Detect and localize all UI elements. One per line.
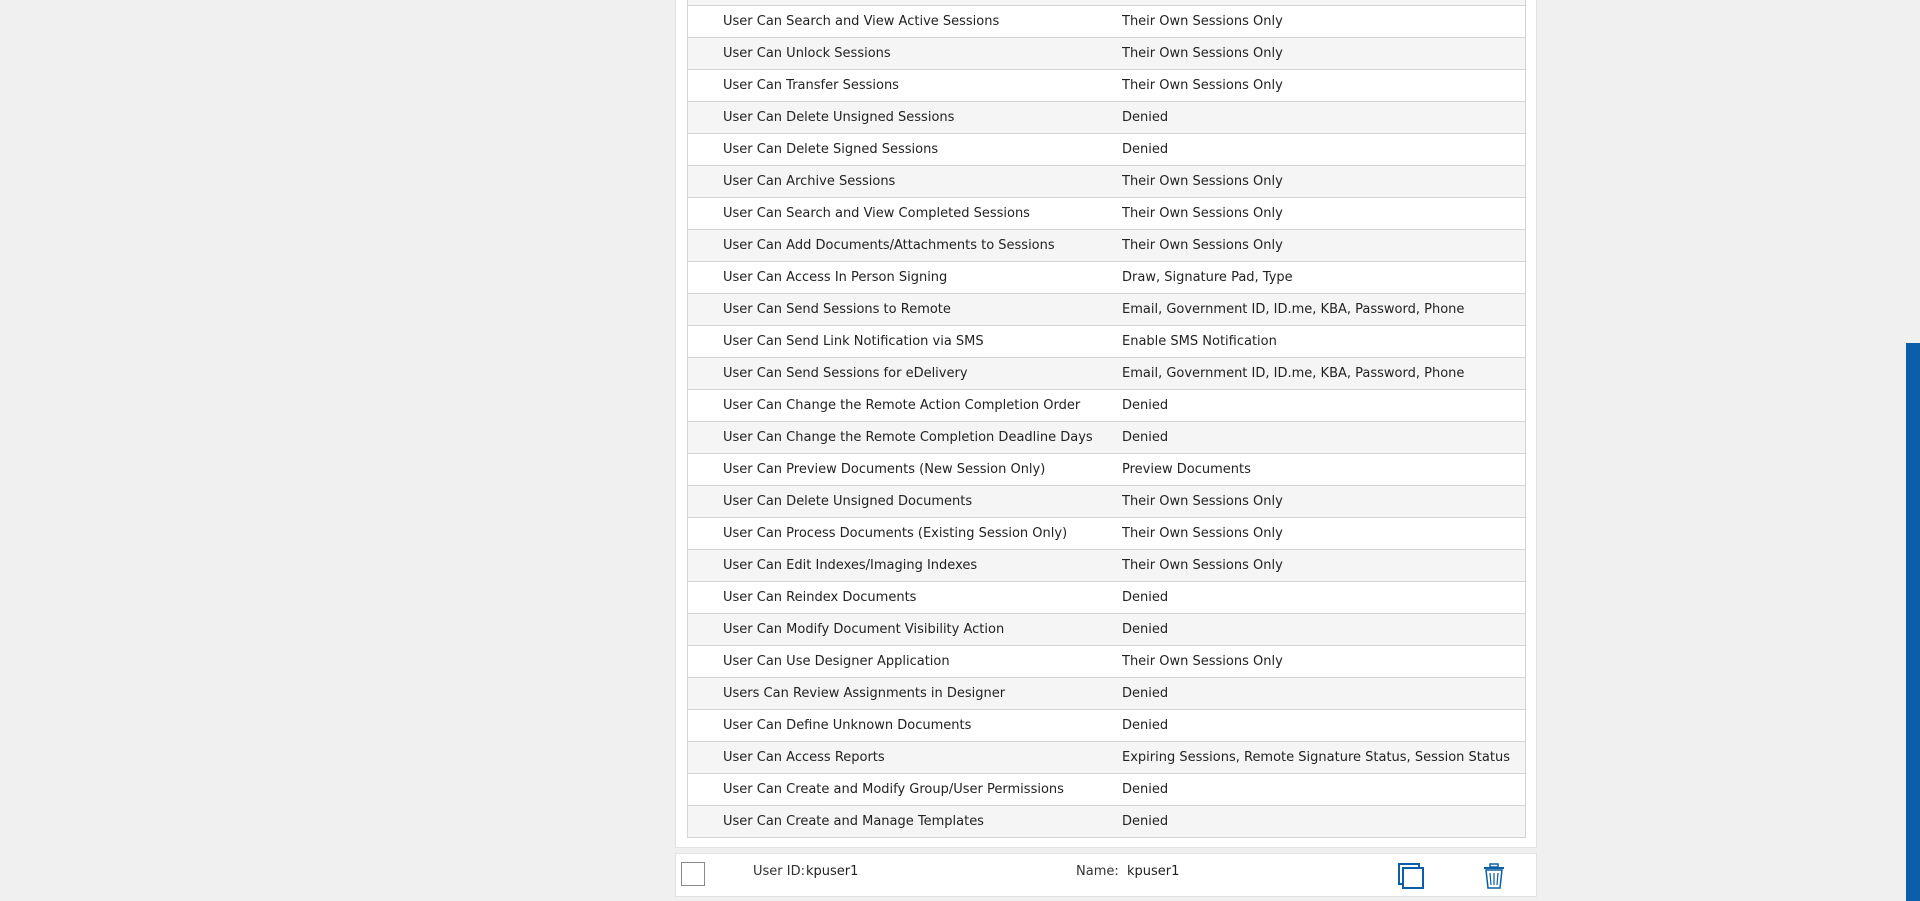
table-row[interactable]: User Can Search and View Completed Sessi… (688, 197, 1525, 229)
user-id-value: kpuser1 (806, 864, 859, 879)
permission-value: Their Own Sessions Only (1122, 526, 1283, 541)
permission-value: Their Own Sessions Only (1122, 78, 1283, 93)
permission-value: Denied (1122, 398, 1169, 413)
permission-name: User Can Send Sessions to Remote (723, 302, 951, 317)
table-row[interactable]: User Can Edit Indexes/Imaging Indexes The… (688, 549, 1525, 581)
permission-value: Their Own Sessions Only (1122, 46, 1283, 61)
table-row[interactable]: User Can Create and Manage Templates Deni… (688, 805, 1525, 837)
permission-value: Denied (1122, 622, 1169, 637)
permission-name: User Can Transfer Sessions (723, 78, 899, 93)
table-row[interactable]: User Can Define Unknown Documents Denied (688, 709, 1525, 741)
name-label: Name: (1076, 864, 1119, 879)
table-row[interactable]: User Can Delete Unsigned Documents Their … (688, 485, 1525, 517)
permission-name: User Can Change the Remote Completion De… (723, 430, 1093, 445)
permission-value: Expiring Sessions, Remote Signature Stat… (1122, 750, 1510, 765)
table-row[interactable]: User Can Send Link Notification via SMS E… (688, 325, 1525, 357)
permission-value: Denied (1122, 718, 1169, 733)
user-card[interactable]: User ID: kpuser1 Name: kpuser1 (675, 853, 1537, 897)
table-row[interactable]: User Can Create and Modify Group/User Pe… (688, 773, 1525, 805)
permission-value: Their Own Sessions Only (1122, 14, 1283, 29)
table-row[interactable]: Users Can Review Assignments in Designer… (688, 677, 1525, 709)
table-row[interactable]: User Can Change the Remote Action Comple… (688, 389, 1525, 421)
permission-name: User Can Send Sessions for eDelivery (723, 366, 968, 381)
permission-value: Preview Documents (1122, 462, 1251, 477)
permissions-table: User Can Search and View Active Sessions… (687, 0, 1526, 838)
permission-name: User Can Archive Sessions (723, 174, 896, 189)
delete-button[interactable] (1480, 862, 1508, 890)
permission-name: User Can Reindex Documents (723, 590, 917, 605)
user-id-label: User ID: (753, 864, 805, 879)
table-row[interactable]: User Can Reindex Documents Denied (688, 581, 1525, 613)
table-row[interactable]: User Can Access Reports Expiring Sessions… (688, 741, 1525, 773)
copy-icon (1398, 863, 1424, 889)
page-viewport: User Can Search and View Active Sessions… (0, 0, 1920, 901)
permission-value: Their Own Sessions Only (1122, 174, 1283, 189)
permission-value: Their Own Sessions Only (1122, 494, 1283, 509)
permission-name: User Can Unlock Sessions (723, 46, 891, 61)
permission-value: Their Own Sessions Only (1122, 558, 1283, 573)
permission-name: User Can Delete Unsigned Sessions (723, 110, 955, 125)
permission-name: User Can Create and Modify Group/User Pe… (723, 782, 1064, 797)
permission-name: User Can Access In Person Signing (723, 270, 948, 285)
permission-value: Denied (1122, 782, 1169, 797)
permission-name: User Can Add Documents/Attachments to Se… (723, 238, 1055, 253)
permission-value: Their Own Sessions Only (1122, 654, 1283, 669)
table-row[interactable]: User Can Access In Person Signing Draw, S… (688, 261, 1525, 293)
permission-value: Denied (1122, 110, 1169, 125)
permission-value: Denied (1122, 814, 1169, 829)
table-row[interactable]: User Can Use Designer Application Their O… (688, 645, 1525, 677)
permission-name: User Can Preview Documents (New Session … (723, 462, 1046, 477)
table-row[interactable]: User Can Preview Documents (New Session … (688, 453, 1525, 485)
table-row[interactable]: User Can Change the Remote Completion De… (688, 421, 1525, 453)
permission-value: Email, Government ID, ID.me, KBA, Passwo… (1122, 366, 1465, 381)
permission-value: Email, Government ID, ID.me, KBA, Passwo… (1122, 302, 1465, 317)
copy-button[interactable] (1397, 862, 1425, 890)
permission-name: User Can Create and Manage Templates (723, 814, 984, 829)
permission-name: User Can Search and View Completed Sessi… (723, 206, 1030, 221)
permission-name: User Can Modify Document Visibility Acti… (723, 622, 1005, 637)
table-row[interactable]: User Can Process Documents (Existing Ses… (688, 517, 1525, 549)
permission-name: User Can Send Link Notification via SMS (723, 334, 984, 349)
permission-value: Their Own Sessions Only (1122, 206, 1283, 221)
table-row[interactable]: User Can Send Sessions for eDelivery Emai… (688, 357, 1525, 389)
user-permissions-panel: User Can Search and View Active Sessions… (675, 0, 1537, 848)
table-row[interactable]: User Can Modify Document Visibility Acti… (688, 613, 1525, 645)
table-row[interactable]: User Can Add Documents/Attachments to Se… (688, 229, 1525, 261)
table-row[interactable]: User Can Unlock Sessions Their Own Sessio… (688, 37, 1525, 69)
user-select-checkbox[interactable] (681, 862, 705, 886)
permission-name: User Can Access Reports (723, 750, 885, 765)
table-row[interactable]: User Can Transfer Sessions Their Own Sess… (688, 69, 1525, 101)
permission-name: User Can Use Designer Application (723, 654, 950, 669)
permission-value: Enable SMS Notification (1122, 334, 1277, 349)
name-value: kpuser1 (1127, 864, 1180, 879)
permission-name: Users Can Review Assignments in Designer (723, 686, 1006, 701)
trash-icon (1484, 863, 1504, 889)
permission-name: User Can Define Unknown Documents (723, 718, 972, 733)
table-row[interactable]: User Can Search and View Active Sessions… (688, 5, 1525, 37)
permission-value: Draw, Signature Pad, Type (1122, 270, 1293, 285)
permission-value: Denied (1122, 430, 1169, 445)
permission-value: Denied (1122, 590, 1169, 605)
permission-name: User Can Search and View Active Sessions (723, 14, 1000, 29)
permission-name: User Can Process Documents (Existing Ses… (723, 526, 1068, 541)
table-row[interactable]: User Can Delete Signed Sessions Denied (688, 133, 1525, 165)
table-row[interactable]: User Can Delete Unsigned Sessions Denied (688, 101, 1525, 133)
permission-value: Denied (1122, 686, 1169, 701)
permission-value: Denied (1122, 142, 1169, 157)
permission-name: User Can Change the Remote Action Comple… (723, 398, 1081, 413)
scrollbar-thumb[interactable] (1906, 343, 1920, 901)
table-row[interactable]: User Can Send Sessions to Remote Email, G… (688, 293, 1525, 325)
table-row[interactable]: User Can Archive Sessions Their Own Sessi… (688, 165, 1525, 197)
permission-name: User Can Delete Signed Sessions (723, 142, 939, 157)
permission-name: User Can Delete Unsigned Documents (723, 494, 973, 509)
permission-name: User Can Edit Indexes/Imaging Indexes (723, 558, 978, 573)
permission-value: Their Own Sessions Only (1122, 238, 1283, 253)
vertical-scrollbar[interactable] (1906, 0, 1920, 901)
